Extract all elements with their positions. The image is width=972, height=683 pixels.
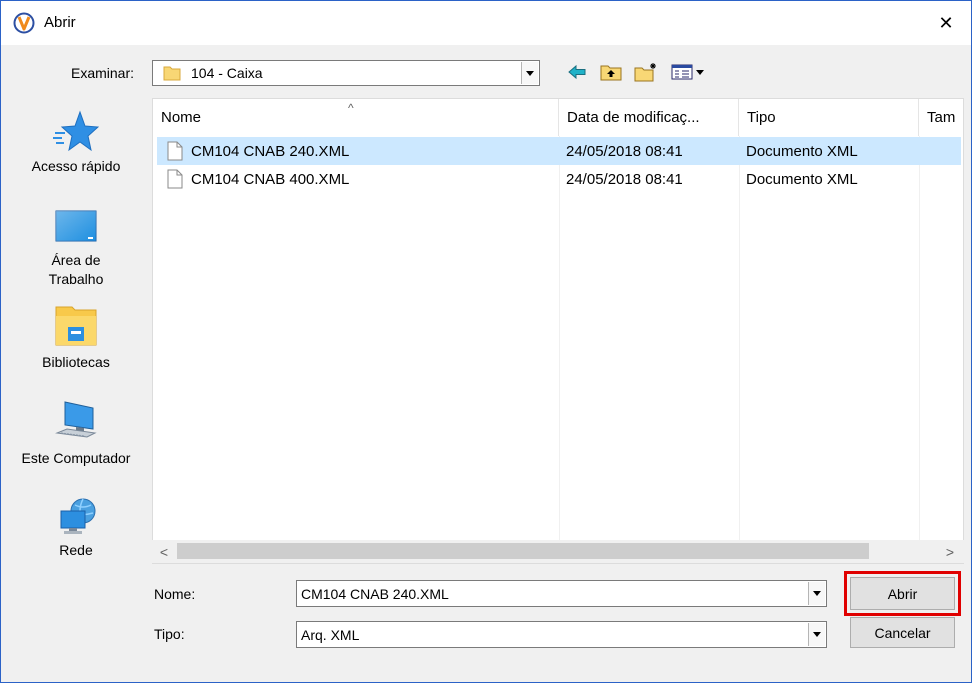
chevron-left-icon: < <box>159 544 169 560</box>
file-name-combobox[interactable]: CM104 CNAB 240.XML <box>296 580 827 607</box>
cancel-button[interactable]: Cancelar <box>850 617 955 648</box>
file-list-view[interactable]: Nome ^ Data de modificaç... Tipo Tam CM1… <box>152 98 964 564</box>
place-label: Rede <box>59 542 93 558</box>
title-bar: Abrir ✕ <box>1 1 971 45</box>
place-label: Área de Trabalho <box>48 252 104 287</box>
scroll-left-button[interactable]: < <box>154 542 174 562</box>
look-in-dropdown[interactable]: 104 - Caixa <box>152 60 540 86</box>
new-folder-icon <box>634 63 656 82</box>
network-icon <box>60 498 96 534</box>
place-label: Acesso rápido <box>31 158 121 174</box>
column-header-date[interactable]: Data de modificaç... <box>559 99 739 136</box>
look-in-dropdown-button[interactable] <box>521 62 538 84</box>
up-folder-icon <box>600 65 622 81</box>
column-divider <box>919 136 920 540</box>
new-folder-button[interactable] <box>633 61 659 83</box>
file-icon <box>167 141 183 161</box>
back-button[interactable] <box>566 61 588 83</box>
file-type: Documento XML <box>746 171 858 188</box>
look-in-value: 104 - Caixa <box>191 65 263 81</box>
chevron-down-icon <box>813 632 821 637</box>
place-quick-access[interactable]: Acesso rápido <box>1 109 151 176</box>
file-type-value: Arq. XML <box>301 627 360 643</box>
file-date: 24/05/2018 08:41 <box>566 171 683 188</box>
file-icon <box>167 169 183 189</box>
scroll-right-button[interactable]: > <box>940 542 960 562</box>
place-computer[interactable]: Este Computador <box>1 399 151 468</box>
libraries-icon <box>55 306 97 346</box>
file-date: 24/05/2018 08:41 <box>566 143 683 160</box>
up-folder-button[interactable] <box>599 61 623 83</box>
place-label: Bibliotecas <box>42 354 110 370</box>
file-type-dropdown-button[interactable] <box>808 623 825 646</box>
file-type: Documento XML <box>746 143 858 160</box>
back-arrow-icon <box>568 64 586 80</box>
open-button-highlight <box>844 571 961 616</box>
view-menu-button[interactable] <box>669 61 709 83</box>
column-divider <box>739 136 740 540</box>
place-label: Este Computador <box>21 450 131 466</box>
file-name-dropdown-button[interactable] <box>808 582 825 605</box>
open-file-dialog: Abrir ✕ Examinar: 104 - Caixa Acesso ráp… <box>0 0 972 683</box>
file-name-value: CM104 CNAB 240.XML <box>301 586 449 602</box>
computer-icon <box>55 401 97 438</box>
column-header-name[interactable]: Nome ^ <box>153 99 559 136</box>
quick-access-star-icon <box>53 110 99 152</box>
close-icon: ✕ <box>938 12 954 33</box>
horizontal-scrollbar[interactable]: < > <box>152 540 964 563</box>
place-libraries[interactable]: Bibliotecas <box>1 303 151 372</box>
chevron-down-icon <box>813 591 821 596</box>
column-header-type[interactable]: Tipo <box>739 99 919 136</box>
place-network[interactable]: Rede <box>1 497 151 560</box>
file-row[interactable]: CM104 CNAB 240.XML 24/05/2018 08:41 Docu… <box>157 137 961 165</box>
column-divider <box>559 136 560 540</box>
file-type-dropdown[interactable]: Arq. XML <box>296 621 827 648</box>
scrollbar-thumb[interactable] <box>177 543 869 559</box>
file-row[interactable]: CM104 CNAB 400.XML 24/05/2018 08:41 Docu… <box>157 165 961 193</box>
file-name-label: Nome: <box>154 586 196 602</box>
desktop-icon <box>55 210 97 242</box>
places-bar: Acesso rápido Área de Trabalho Bibliotec… <box>1 97 151 577</box>
place-desktop[interactable]: Área de Trabalho <box>1 207 151 289</box>
close-button[interactable]: ✕ <box>926 7 966 39</box>
column-header-size[interactable]: Tam <box>919 99 963 136</box>
window-title: Abrir <box>44 14 76 31</box>
folder-icon <box>163 66 181 81</box>
file-type-label: Tipo: <box>154 626 185 642</box>
file-name: CM104 CNAB 400.XML <box>191 171 350 188</box>
file-name: CM104 CNAB 240.XML <box>191 143 350 160</box>
chevron-right-icon: > <box>945 544 955 560</box>
sort-ascending-icon: ^ <box>348 101 354 115</box>
look-in-label: Examinar: <box>71 65 135 81</box>
view-list-icon <box>671 64 704 80</box>
app-logo-icon <box>13 12 35 34</box>
chevron-down-icon <box>526 70 534 76</box>
